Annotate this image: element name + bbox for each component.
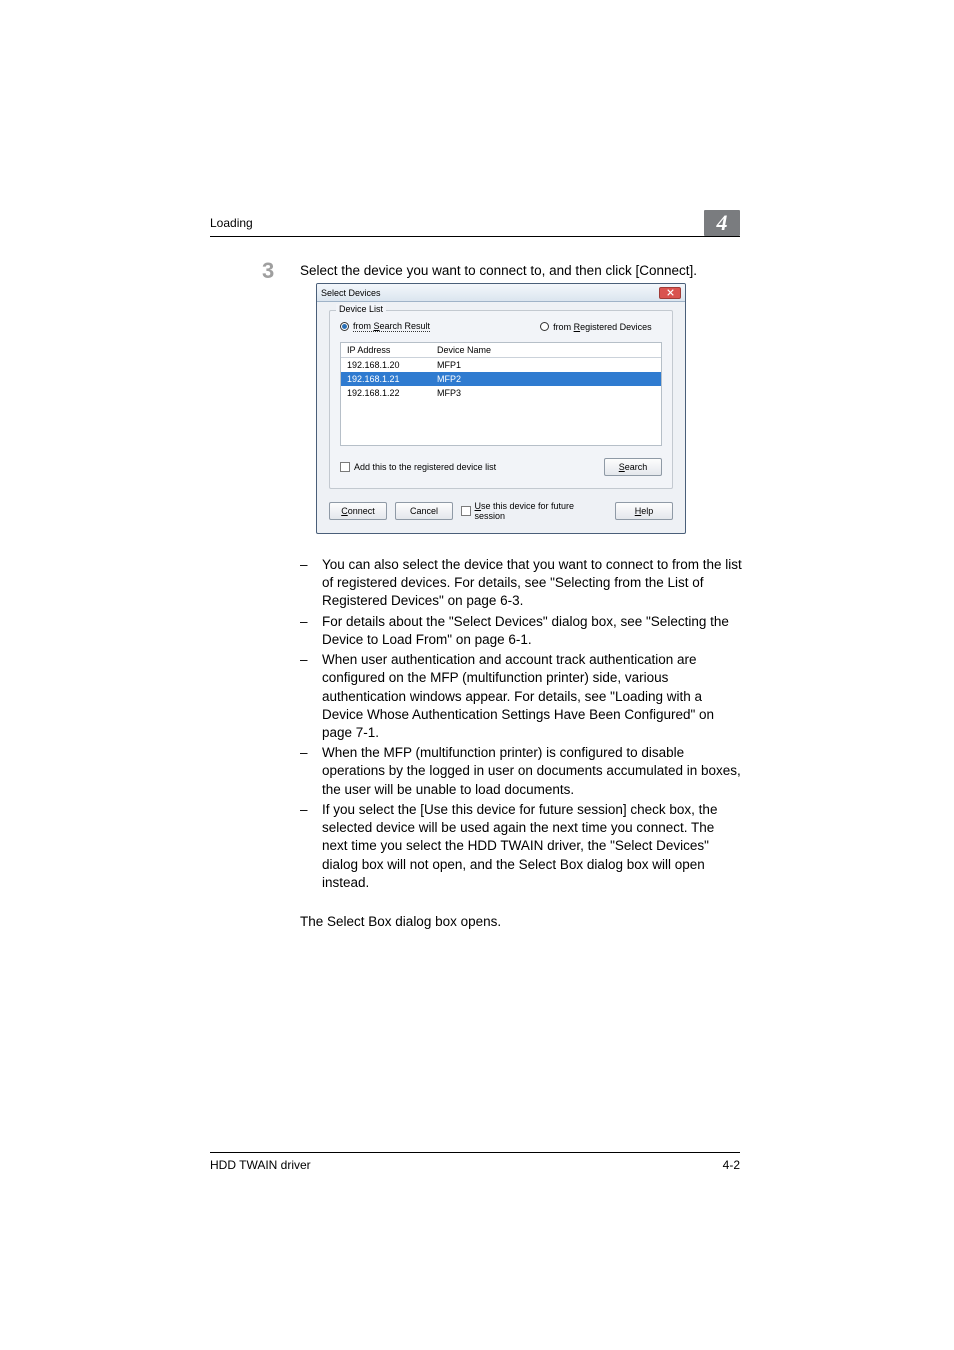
group-controls: Add this to the registered device list S… [340,458,662,476]
radio-label: from Registered Devices [553,322,652,332]
col-ip-address[interactable]: IP Address [341,343,431,357]
cancel-button[interactable]: Cancel [395,502,453,520]
dialog-body: Device List from Search Result from Regi… [317,302,685,533]
running-header: Loading 4 [210,210,740,236]
cell-ip: 192.168.1.21 [341,372,431,386]
list-item: –For details about the "Select Devices" … [300,613,742,649]
notes-list: –You can also select the device that you… [300,556,742,894]
dialog-screenshot: Select Devices Device List from Search R… [316,283,686,535]
checkbox-icon [461,506,471,516]
cell-ip: 192.168.1.22 [341,386,431,400]
dialog-titlebar: Select Devices [317,284,685,302]
dash-icon: – [300,613,310,649]
table-row[interactable]: 192.168.1.22 MFP3 [341,386,661,400]
future-session-checkbox[interactable]: Use this device for future session [461,501,599,521]
search-button[interactable]: Search [604,458,662,476]
radio-label: from Search Result [353,321,430,332]
note-text: If you select the [Use this device for f… [322,801,742,892]
dash-icon: – [300,651,310,742]
section-title: Loading [210,216,253,236]
dash-icon: – [300,556,310,611]
device-list-group: Device List from Search Result from Regi… [329,310,673,489]
step-number: 3 [262,258,274,284]
help-button[interactable]: Help [615,502,673,520]
source-radios: from Search Result from Registered Devic… [340,321,662,332]
table-row[interactable]: 192.168.1.20 MFP1 [341,358,661,372]
group-legend: Device List [336,304,386,314]
table-header: IP Address Device Name [341,343,661,358]
radio-icon [340,322,349,331]
note-text: When the MFP (multifunction printer) is … [322,744,742,799]
select-devices-dialog: Select Devices Device List from Search R… [316,283,686,534]
connect-button[interactable]: Connect [329,502,387,520]
list-item: –When user authentication and account tr… [300,651,742,742]
checkbox-icon [340,462,350,472]
footer-left: HDD TWAIN driver [210,1158,311,1172]
chapter-number-badge: 4 [704,210,740,236]
radio-icon [540,322,549,331]
note-text: You can also select the device that you … [322,556,742,611]
note-text: For details about the "Select Devices" d… [322,613,742,649]
page-footer: HDD TWAIN driver 4-2 [210,1158,740,1172]
dialog-title: Select Devices [321,288,381,298]
step-text: Select the device you want to connect to… [300,262,740,280]
col-device-name[interactable]: Device Name [431,343,661,357]
radio-from-search-result[interactable]: from Search Result [340,321,430,332]
dash-icon: – [300,801,310,892]
cell-ip: 192.168.1.20 [341,358,431,372]
list-item: –If you select the [Use this device for … [300,801,742,892]
checkbox-label: Use this device for future session [475,501,599,521]
footer-right: 4-2 [723,1158,740,1172]
list-item: –When the MFP (multifunction printer) is… [300,744,742,799]
cell-name: MFP1 [431,358,661,372]
table-row[interactable]: 192.168.1.21 MFP2 [341,372,661,386]
page: Loading 4 3 Select the device you want t… [0,0,954,1350]
add-to-registered-checkbox[interactable]: Add this to the registered device list [340,462,496,472]
dash-icon: – [300,744,310,799]
cell-name: MFP2 [431,372,661,386]
cell-name: MFP3 [431,386,661,400]
device-table[interactable]: IP Address Device Name 192.168.1.20 MFP1… [340,342,662,446]
list-item: –You can also select the device that you… [300,556,742,611]
dialog-bottom-row: Connect Cancel Use this device for futur… [329,501,673,521]
note-text: When user authentication and account tra… [322,651,742,742]
close-button[interactable] [659,287,681,299]
trailing-text: The Select Box dialog box opens. [300,914,742,929]
radio-from-registered-devices[interactable]: from Registered Devices [540,321,652,332]
checkbox-label: Add this to the registered device list [354,462,496,472]
close-icon [667,289,674,296]
footer-rule [210,1152,740,1153]
header-rule [210,236,740,237]
